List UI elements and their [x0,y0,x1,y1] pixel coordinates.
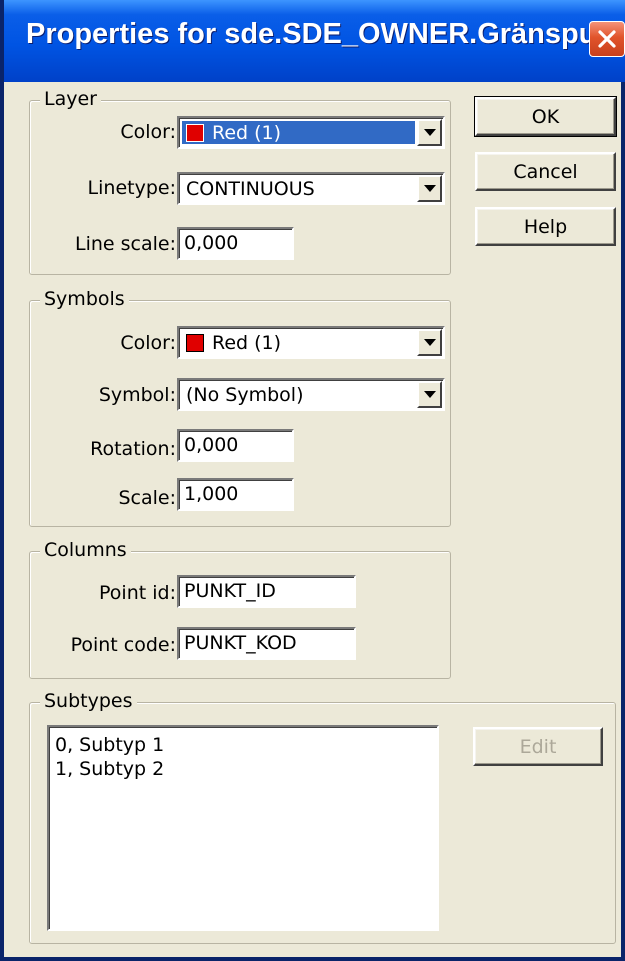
symbols-color-dropdown-button[interactable] [417,329,442,356]
layer-color-select[interactable]: Red (1) [177,116,445,149]
symbols-color-value: Red (1) [182,331,415,354]
point-code-input[interactable]: PUNKT_KOD [177,627,356,660]
symbols-color-text: Red (1) [212,331,282,354]
list-item[interactable]: 0, Subtyp 1 [55,733,431,757]
layer-group: Layer Color: Red (1) Linetype: CONTINUOU… [29,88,451,275]
scale-label: Scale: [118,487,176,509]
layer-color-dropdown-button[interactable] [417,119,442,146]
symbol-dropdown-button[interactable] [417,381,442,408]
symbol-text: (No Symbol) [186,383,304,406]
rotation-label: Rotation: [90,438,176,460]
rotation-input[interactable]: 0,000 [177,429,294,462]
chevron-down-icon [423,390,436,398]
help-button[interactable]: Help [475,207,616,246]
scale-input[interactable]: 1,000 [177,478,294,511]
symbol-select[interactable]: (No Symbol) [177,378,445,411]
subtypes-list[interactable]: 0, Subtyp 1 1, Subtyp 2 [47,725,439,931]
point-code-label: Point code: [70,634,176,656]
columns-group: Columns Point id: PUNKT_ID Point code: P… [29,539,451,679]
layer-legend: Layer [40,88,101,110]
symbol-value: (No Symbol) [182,383,415,406]
layer-linescale-label: Line scale: [75,233,176,255]
close-icon [598,30,616,48]
symbols-color-label: Color: [120,332,176,354]
line-scale-input[interactable]: 0,000 [177,227,294,260]
cancel-button[interactable]: Cancel [475,152,616,191]
chevron-down-icon [423,338,436,346]
layer-linetype-label: Linetype: [87,177,176,199]
layer-color-label: Color: [120,121,176,143]
symbols-color-select[interactable]: Red (1) [177,326,445,359]
close-button[interactable] [589,21,625,57]
point-id-label: Point id: [99,582,176,604]
layer-color-value: Red (1) [182,121,415,144]
columns-legend: Columns [40,539,131,561]
window-title: Properties for sde.SDE_OWNER.Gränspunk..… [26,18,625,50]
symbols-group: Symbols Color: Red (1) Symbol: (No Symbo… [29,288,451,527]
linetype-select[interactable]: CONTINUOUS [177,172,445,205]
layer-color-text: Red (1) [212,121,282,144]
subtypes-legend: Subtypes [40,690,137,712]
linetype-dropdown-button[interactable] [417,175,442,202]
linetype-value: CONTINUOUS [182,177,415,200]
title-bar[interactable]: Properties for sde.SDE_OWNER.Gränspunk..… [4,0,625,82]
color-swatch-icon [186,123,204,142]
properties-dialog: Properties for sde.SDE_OWNER.Gränspunk..… [0,0,625,961]
color-swatch-icon [186,333,204,352]
list-item[interactable]: 1, Subtyp 2 [55,757,431,781]
linetype-text: CONTINUOUS [186,177,315,200]
point-id-input[interactable]: PUNKT_ID [177,575,356,608]
chevron-down-icon [423,184,436,192]
subtypes-group: Subtypes 0, Subtyp 1 1, Subtyp 2 Edit [29,690,616,944]
edit-button[interactable]: Edit [473,727,603,766]
symbols-legend: Symbols [40,288,129,310]
chevron-down-icon [423,128,436,136]
symbol-label: Symbol: [98,384,176,406]
ok-button[interactable]: OK [474,96,617,137]
